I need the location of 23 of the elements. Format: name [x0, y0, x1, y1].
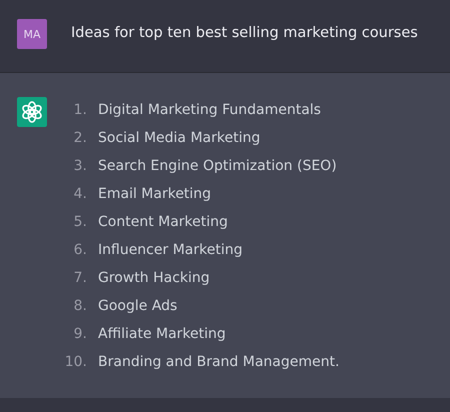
- list-item-text: Affiliate Marketing: [98, 325, 227, 344]
- list-number: 7.: [72, 269, 87, 288]
- list-number: 8.: [72, 297, 87, 316]
- list-number: 9.: [72, 325, 87, 344]
- list-number: 4.: [72, 185, 87, 204]
- list-item-text: Content Marketing: [98, 213, 229, 232]
- list-number: 6.: [72, 241, 87, 260]
- list-number: 1.: [72, 101, 87, 120]
- list-item-text: Email Marketing: [98, 185, 212, 204]
- list-item-text: Branding and Brand Management.: [98, 353, 340, 372]
- list-item-text: Google Ads: [98, 297, 178, 316]
- list-number: 5.: [72, 213, 87, 232]
- user-avatar: MA: [17, 19, 47, 49]
- list-number: 10.: [64, 353, 87, 372]
- list-item-text: Social Media Marketing: [98, 129, 262, 148]
- list-item-text: Growth Hacking: [98, 269, 211, 288]
- prompt-text: Ideas for top ten best selling marketing courses: [71, 24, 418, 43]
- assistant-logo-icon: [17, 97, 47, 127]
- list-item-text: Search Engine Optimization (SEO): [98, 157, 338, 176]
- list-number: 3.: [72, 157, 87, 176]
- list-item-text: Digital Marketing Fundamentals: [98, 101, 322, 120]
- list-number: 2.: [72, 129, 87, 148]
- list-item-text: Influencer Marketing: [98, 241, 244, 260]
